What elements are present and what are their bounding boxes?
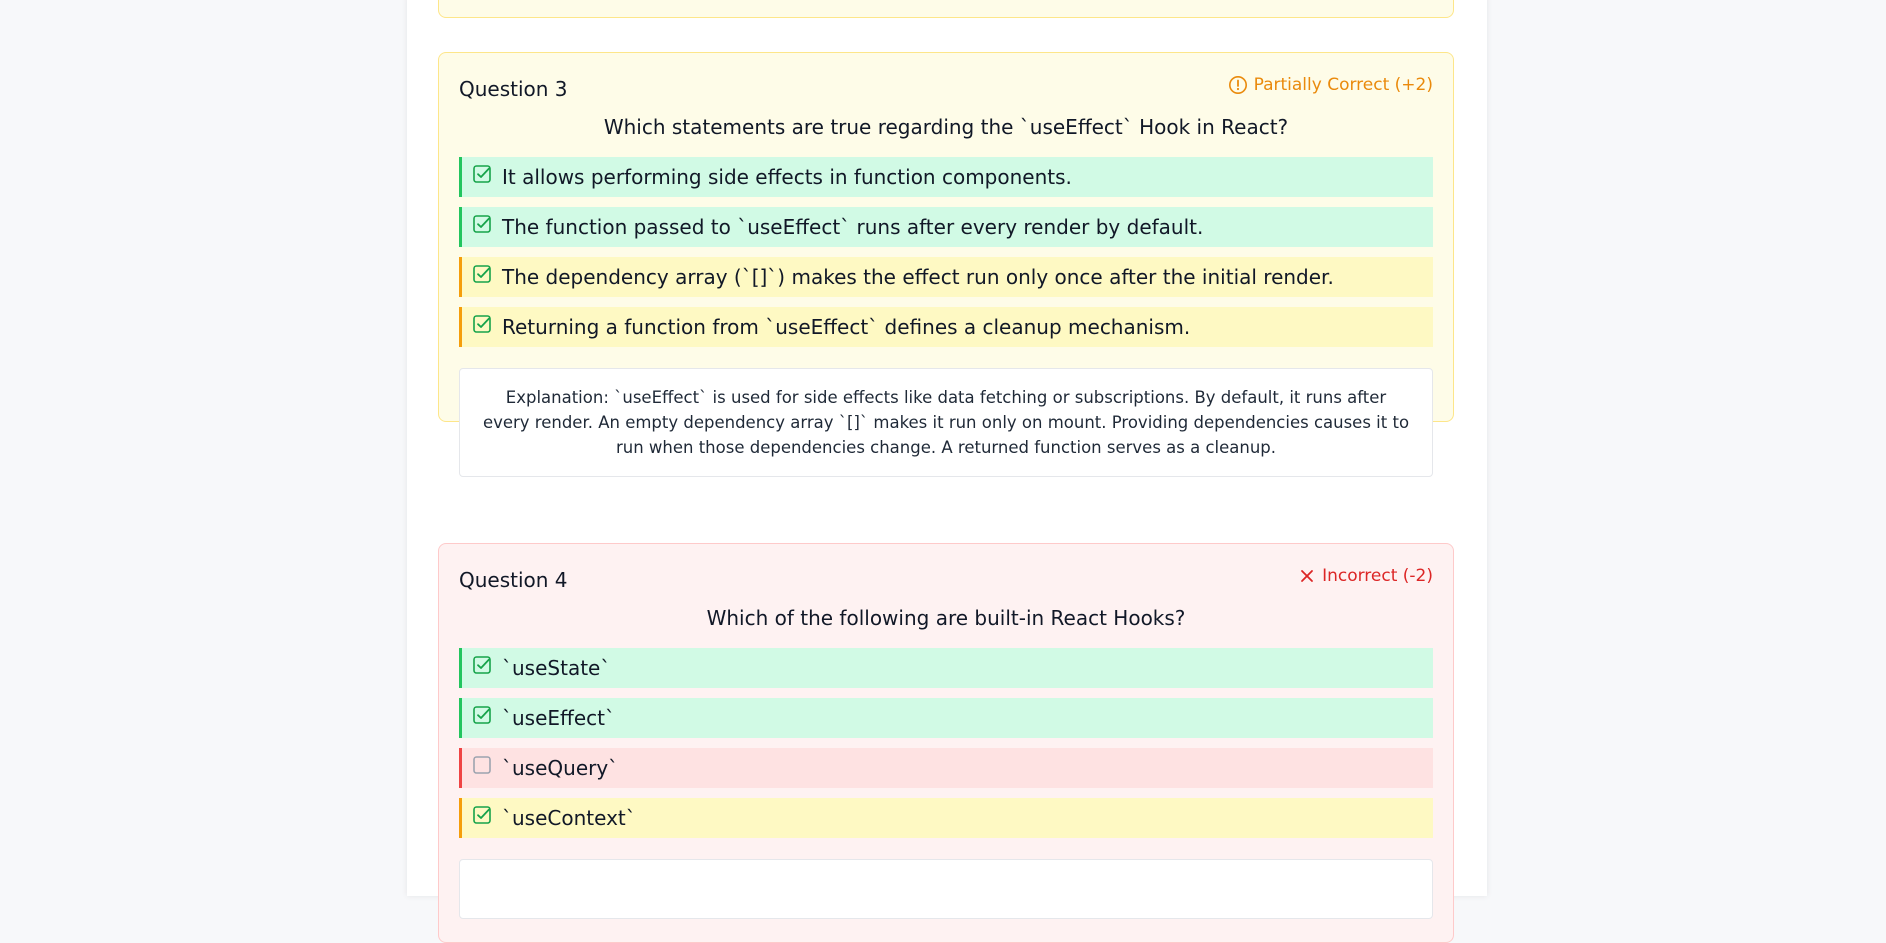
checked-checkbox-icon[interactable] [472,805,492,825]
option-item[interactable]: Returning a function from `useEffect` de… [459,307,1433,347]
question-card-previous [438,0,1454,18]
status-text: Incorrect (-2) [1322,566,1433,586]
question-status: Incorrect (-2) [1298,566,1433,586]
checked-checkbox-icon[interactable] [472,264,492,284]
unchecked-checkbox-icon[interactable] [472,755,492,775]
question-card: Question 4 Incorrect (-2) Which of the f… [438,543,1454,943]
option-item[interactable]: The function passed to `useEffect` runs … [459,207,1433,247]
question-text: Which of the following are built-in Reac… [706,606,1186,630]
option-text: `useQuery` [502,756,619,780]
checked-checkbox-icon[interactable] [472,314,492,334]
question-card: Question 3 Partially Correct (+2) Which … [438,52,1454,477]
checked-checkbox-icon[interactable] [472,655,492,675]
checked-checkbox-icon[interactable] [472,705,492,725]
status-text: Partially Correct (+2) [1253,75,1433,95]
option-text: `useContext` [502,806,636,830]
option-item[interactable]: The dependency array (`[]`) makes the ef… [459,257,1433,297]
question-text: Which statements are true regarding the … [603,115,1289,139]
alert-circle-icon [1228,76,1247,94]
option-item[interactable]: It allows performing side effects in fun… [459,157,1433,197]
question-label: Question 4 [459,568,568,592]
option-text: Returning a function from `useEffect` de… [502,315,1191,339]
option-text: The function passed to `useEffect` runs … [502,215,1204,239]
options-list: `useState` `useEffect` `useQuery` `useCo… [459,648,1433,848]
explanation-box [459,859,1433,919]
option-text: `useState` [502,656,611,680]
option-text: It allows performing side effects in fun… [502,165,1072,189]
explanation-box: Explanation: `useEffect` is used for sid… [459,368,1433,477]
checked-checkbox-icon[interactable] [472,164,492,184]
options-list: It allows performing side effects in fun… [459,157,1433,357]
checked-checkbox-icon[interactable] [472,214,492,234]
option-item[interactable]: `useEffect` [459,698,1433,738]
option-item[interactable]: `useQuery` [459,748,1433,788]
option-text: `useEffect` [502,706,615,730]
quiz-results-page: Question 3 Partially Correct (+2) Which … [407,0,1487,943]
question-status: Partially Correct (+2) [1228,75,1433,95]
option-text: The dependency array (`[]`) makes the ef… [502,265,1334,289]
option-item[interactable]: `useState` [459,648,1433,688]
question-label: Question 3 [459,77,568,101]
x-icon [1301,570,1313,582]
option-item[interactable]: `useContext` [459,798,1433,838]
